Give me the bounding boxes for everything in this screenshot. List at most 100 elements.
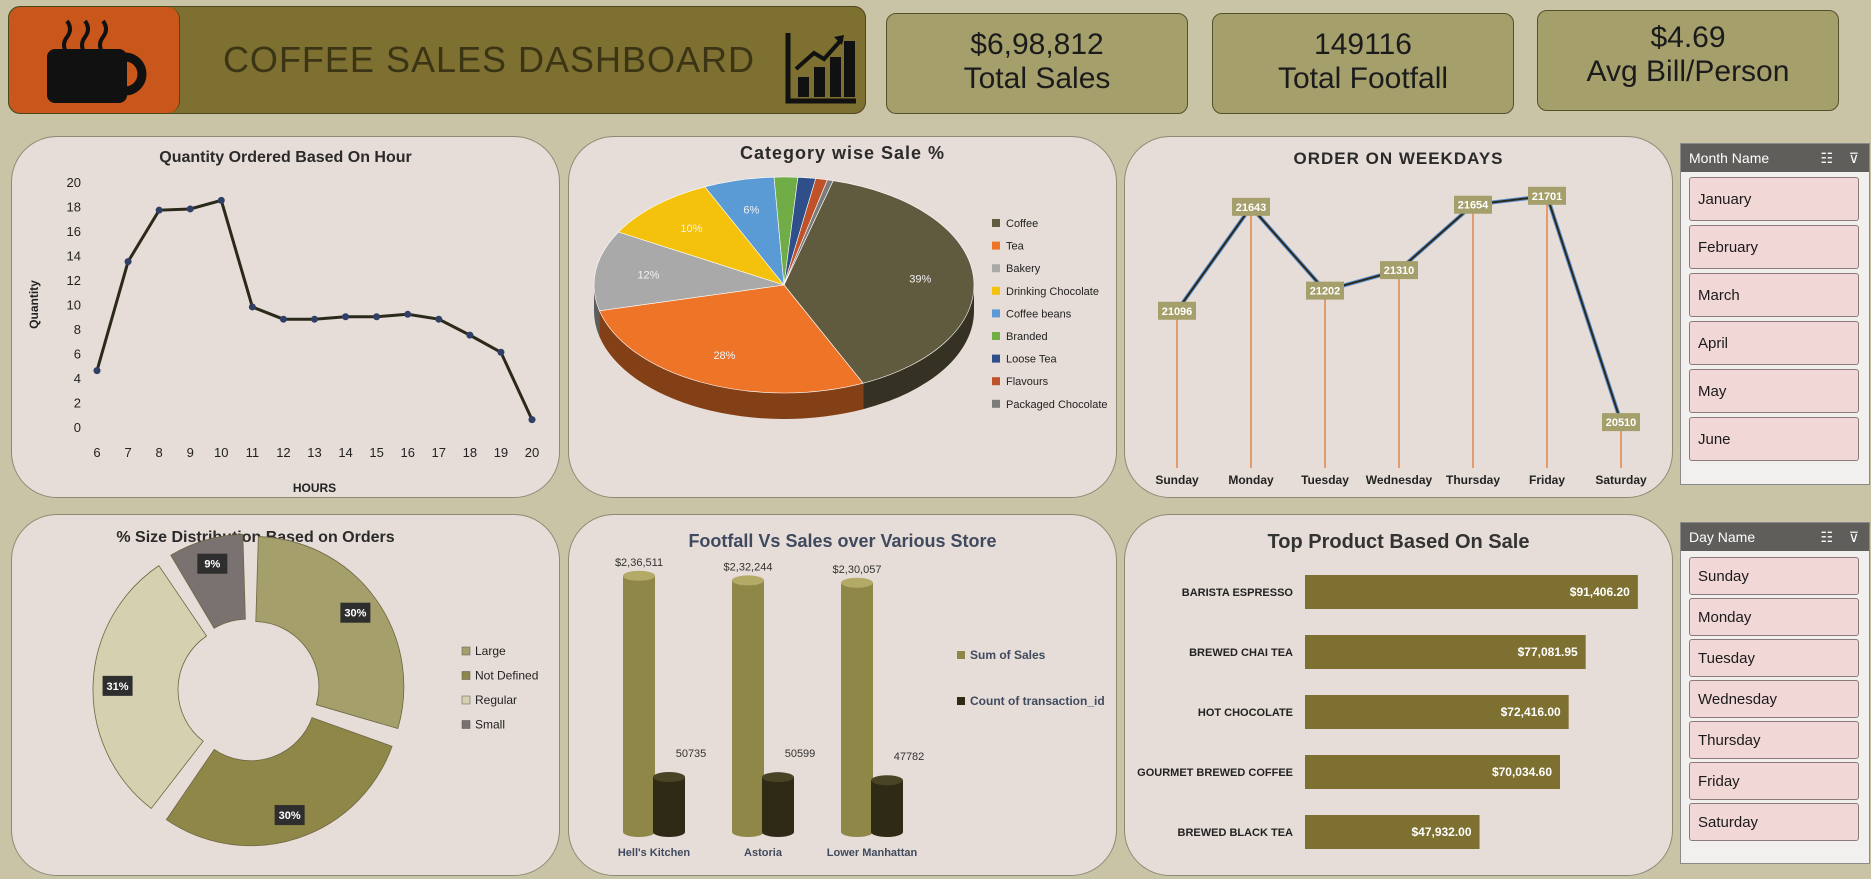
data-label: 50735 (676, 748, 707, 760)
x-tick-label: Lower Manhattan (827, 847, 918, 859)
kpi-label: Total Footfall (1277, 62, 1449, 95)
size-distribution-panel: % Size Distribution Based on Orders 30% 3… (11, 514, 560, 876)
slicer-item-january[interactable]: January (1689, 177, 1859, 221)
data-label: $47,932.00 (1411, 825, 1471, 839)
bar-cap (841, 577, 873, 588)
legend-swatch (992, 241, 1000, 250)
data-label: $70,034.60 (1492, 765, 1552, 779)
x-tick-label: Wednesday (1366, 473, 1433, 487)
y-tick-label: 4 (74, 371, 81, 386)
slicer-item-march[interactable]: March (1689, 273, 1859, 317)
data-label: $77,081.95 (1518, 645, 1578, 659)
x-tick-label: 6 (93, 445, 100, 460)
kpi-value: 149116 (1314, 28, 1412, 61)
legend-swatch (461, 646, 471, 656)
x-tick-label: Friday (1529, 473, 1565, 487)
x-tick-label: 16 (400, 445, 414, 460)
data-label: $91,406.20 (1570, 585, 1630, 599)
data-point (279, 315, 287, 323)
x-tick-label: 18 (463, 445, 477, 460)
bar-base (732, 827, 764, 837)
data-point (466, 331, 474, 339)
slicer-item-may[interactable]: May (1689, 369, 1859, 413)
x-axis-label: HOURS (293, 481, 336, 495)
legend-label: Loose Tea (1006, 354, 1057, 366)
legend-label: Coffee beans (1006, 308, 1072, 320)
data-label: 50599 (785, 748, 816, 760)
data-label: 21096 (1162, 306, 1193, 318)
slicer-item-february[interactable]: February (1689, 225, 1859, 269)
legend-label: Packaged Chocolate (1006, 399, 1108, 411)
x-tick-label: 14 (338, 445, 352, 460)
data-label: 12% (637, 269, 659, 281)
slicer-item-sunday[interactable]: Sunday (1689, 557, 1859, 595)
data-point (155, 206, 163, 214)
data-point (93, 367, 101, 375)
category-sale-panel: Category wise Sale % 39% 28% 12% 10% 6% Coffe… (568, 136, 1117, 498)
bar-base (871, 827, 903, 837)
bar-base (841, 827, 873, 837)
x-tick-label: 9 (187, 445, 194, 460)
doughnut-slice (255, 536, 405, 730)
data-label: 21643 (1236, 202, 1267, 214)
kpi-total-footfall: 149116 Total Footfall (1212, 13, 1514, 114)
legend-label: Branded (1006, 331, 1048, 343)
slicer-title: Month Name (1689, 150, 1770, 166)
bar-cap (871, 775, 903, 786)
legend-swatch (992, 309, 1000, 318)
y-tick-label: GOURMET BREWED COFFEE (1137, 767, 1293, 779)
legend-swatch (992, 332, 1000, 340)
y-tick-label: 10 (67, 298, 81, 313)
bar (762, 777, 794, 832)
x-tick-label: 15 (369, 445, 383, 460)
dashboard-title: COFFEE SALES DASHBOARD (222, 39, 756, 80)
data-label: 9% (204, 559, 220, 571)
bar (653, 777, 685, 832)
y-tick-label: HOT CHOCOLATE (1198, 707, 1293, 719)
slicer-item-saturday[interactable]: Saturday (1689, 803, 1859, 841)
x-tick-label: 13 (307, 445, 321, 460)
legend-label: Bakery (1006, 263, 1041, 275)
x-tick-label: 11 (246, 445, 260, 460)
data-point (342, 313, 350, 321)
slicer-item-tuesday[interactable]: Tuesday (1689, 639, 1859, 677)
multi-select-icon[interactable]: ☷ (1820, 144, 1833, 172)
x-tick-label: Monday (1228, 473, 1274, 487)
bar-chart-growth-icon (785, 33, 856, 104)
slicer-item-friday[interactable]: Friday (1689, 762, 1859, 800)
top-products-bar-chart: BARISTA ESPRESSO $91,406.20 BREWED CHAI TE… (1137, 575, 1638, 849)
kpi-avg-bill: $4.69 Avg Bill/Person (1537, 10, 1839, 111)
hourly-quantity-panel: Quantity Ordered Based On Hour 0 2 4 6 8 10 12… (11, 136, 560, 498)
legend-label: Large (475, 644, 506, 658)
kpi-value: $4.69 (1650, 21, 1726, 54)
slicer-item-wednesday[interactable]: Wednesday (1689, 680, 1859, 718)
x-tick-label: 20 (525, 445, 539, 460)
x-tick-label: 10 (214, 445, 228, 460)
size-doughnut-chart: 30% 30% 31% 9% Large Not Defined Regular Small (92, 533, 538, 847)
bar (871, 780, 903, 832)
bar-cap (762, 772, 794, 783)
weekday-orders-panel: ORDER ON WEEKDAYS 21096 21643 21202 21310 21… (1124, 136, 1673, 498)
legend-label: Sum of Sales (970, 648, 1046, 662)
clear-filter-icon[interactable]: ⊽ (1849, 523, 1859, 551)
slicer-item-thursday[interactable]: Thursday (1689, 721, 1859, 759)
slicer-item-april[interactable]: April (1689, 321, 1859, 365)
weekday-line-chart: 21096 21643 21202 21310 21654 21701 20510 Sunda… (1155, 186, 1647, 487)
data-point (217, 196, 225, 204)
slicer-item-monday[interactable]: Monday (1689, 598, 1859, 636)
x-tick-label: Saturday (1595, 473, 1647, 487)
x-tick-label: 7 (124, 445, 131, 460)
data-point (311, 315, 318, 323)
legend-swatch (992, 354, 1000, 363)
slicer-item-june[interactable]: June (1689, 417, 1859, 461)
y-tick-label: 6 (74, 347, 81, 362)
multi-select-icon[interactable]: ☷ (1820, 523, 1833, 551)
x-tick-label: 8 (156, 445, 163, 460)
data-label: 30% (344, 608, 366, 620)
legend-swatch (957, 651, 965, 659)
dashboard-header: COFFEE SALES DASHBOARD (8, 6, 866, 114)
data-label: 28% (713, 350, 735, 362)
data-point (435, 315, 443, 323)
bar (732, 580, 764, 832)
clear-filter-icon[interactable]: ⊽ (1849, 144, 1859, 172)
